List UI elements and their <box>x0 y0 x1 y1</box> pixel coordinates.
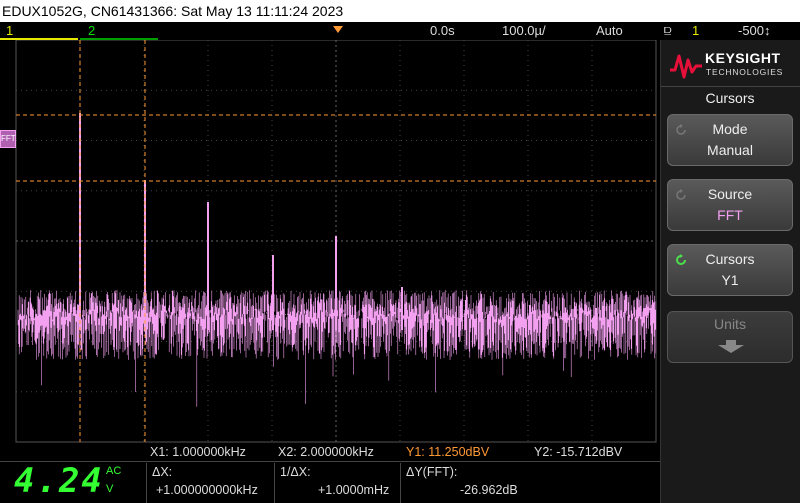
source-label: Source <box>707 186 753 202</box>
readout-divider-3 <box>400 463 401 503</box>
mode-softkey[interactable]: Mode Manual <box>667 114 793 166</box>
readout-divider-2 <box>274 463 275 503</box>
waveform-display[interactable]: FFT <box>0 40 660 443</box>
meter-ac-label: AC <box>106 465 122 477</box>
title-bar: EDUX1052G, CN61431366: Sat May 13 11:11:… <box>0 0 800 22</box>
inverse-delta-x-label: 1/ΔX: <box>280 465 311 479</box>
source-softkey[interactable]: Source FFT <box>667 179 793 231</box>
cursors-value: Y1 <box>721 272 739 288</box>
trigger-channel[interactable]: 1 <box>692 23 699 38</box>
units-label: Units <box>714 316 746 332</box>
inverse-delta-x-value: +1.0000mHz <box>318 483 390 497</box>
cursor-readout: X1: 1.000000kHz X2: 2.000000kHz Y1: 11.2… <box>0 443 660 503</box>
menu-separator <box>661 86 800 87</box>
brand-name: KEYSIGHT <box>705 50 781 66</box>
scope-graticule <box>15 40 657 443</box>
delta-y-value: -26.962dB <box>460 483 518 497</box>
meter-display: 4.24 AC V <box>0 461 146 503</box>
arrow-down-icon <box>718 340 744 353</box>
time-offset[interactable]: 0.0s <box>430 23 455 38</box>
trigger-position-marker <box>333 26 343 33</box>
readout-divider-1 <box>146 463 147 503</box>
mode-label: Mode <box>712 121 748 137</box>
cursors-label: Cursors <box>705 251 755 267</box>
source-value: FFT <box>717 207 743 223</box>
trigger-mode[interactable]: Auto <box>596 23 623 38</box>
delta-x-value: +1.000000000kHz <box>156 483 258 497</box>
x1-readout: X1: 1.000000kHz <box>150 445 246 459</box>
brand-sub: TECHNOLOGIES <box>706 67 784 77</box>
softkey-panel: KEYSIGHT TECHNOLOGIES Cursors Mode Manua… <box>660 40 800 503</box>
delta-y-label: ΔY(FFT): <box>406 465 458 479</box>
cursors-softkey[interactable]: Cursors Y1 <box>667 244 793 296</box>
mode-value: Manual <box>707 142 753 158</box>
meter-value: 4.24 <box>14 461 104 501</box>
keysight-wave-icon <box>670 54 702 79</box>
y2-readout: Y2: -15.712dBV <box>534 445 623 459</box>
y1-readout: Y1: 11.250dBV <box>406 445 490 459</box>
fft-marker-label: FFT <box>1 134 16 143</box>
time-scale[interactable]: 100.0µ/ <box>502 23 546 38</box>
meter-unit: V <box>106 483 114 495</box>
channel-2-indicator[interactable]: 2 <box>88 23 95 38</box>
menu-title: Cursors <box>705 90 755 106</box>
trigger-slope-icon: ⫒ <box>664 23 672 38</box>
title-text: EDUX1052G, CN61431366: Sat May 13 11:11:… <box>2 3 344 19</box>
channel-1-indicator[interactable]: 1 <box>6 23 13 38</box>
trigger-level[interactable]: -500↕ <box>738 23 771 38</box>
status-bar: 1 2 0.0s 100.0µ/ Auto ⫒ 1 -500↕ <box>0 22 800 40</box>
fft-channel-marker[interactable]: FFT <box>0 130 16 148</box>
keysight-logo: KEYSIGHT TECHNOLOGIES <box>667 46 795 82</box>
units-softkey[interactable]: Units <box>667 311 793 363</box>
delta-x-label: ΔX: <box>152 465 173 479</box>
x2-readout: X2: 2.000000kHz <box>278 445 374 459</box>
